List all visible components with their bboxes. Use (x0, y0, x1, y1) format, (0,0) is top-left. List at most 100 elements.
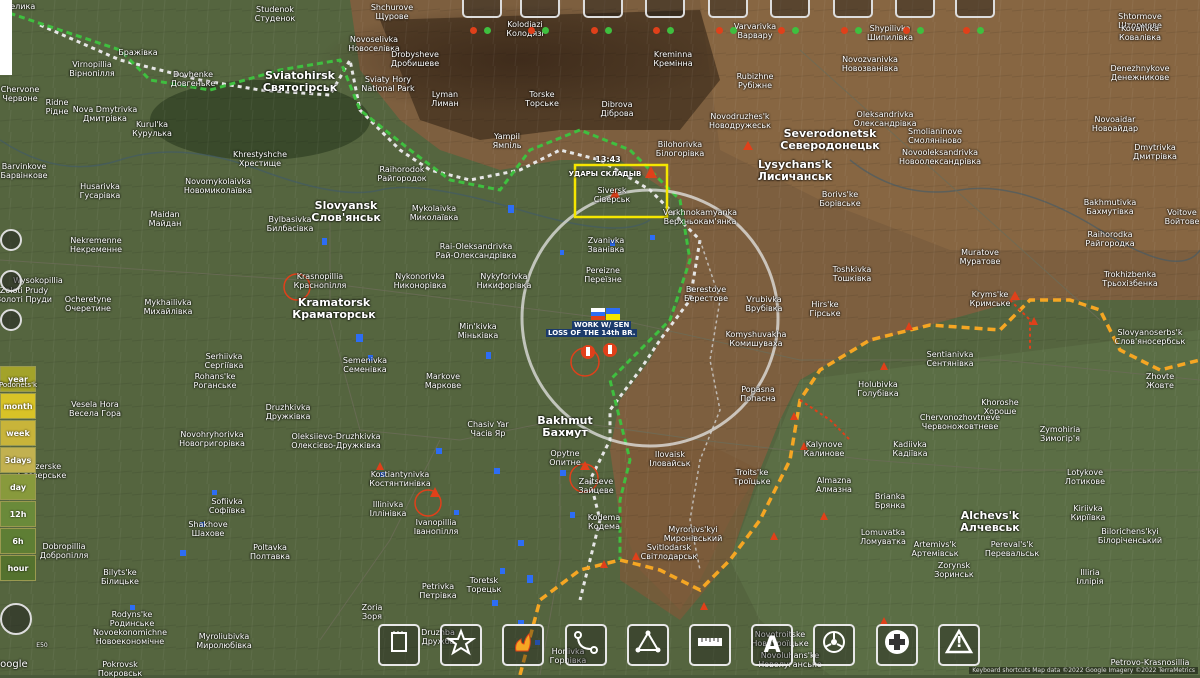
timeline-extra: Podonets'k (0, 381, 38, 389)
compass-control[interactable] (0, 309, 22, 331)
city-name-latin: Druzhkivka (265, 403, 311, 412)
city-name-cyrillic: Ковалівка (1119, 33, 1161, 42)
city-name-latin: Pokrovsk (102, 660, 138, 669)
triangle-button[interactable] (626, 624, 669, 666)
city-name-latin: Zoria (361, 603, 383, 612)
timeline-6h[interactable]: 6h (0, 528, 36, 554)
city-name-latin: Bilohorivka (657, 140, 703, 149)
biohazard-button[interactable] (813, 624, 856, 666)
city-name-cyrillic: Новодружеськ (709, 121, 771, 130)
city-name-latin: Myronivs'kyi (668, 525, 718, 534)
flag-icon[interactable] (708, 0, 748, 18)
city-label-komyshuvakha: Komyshuvakha Комишуваха (726, 330, 787, 348)
medical-button[interactable] (875, 624, 918, 666)
city-label-khrestyshche: Khrestyshche Хрестище (233, 150, 287, 168)
ruler-icon (695, 627, 725, 663)
city-label-voitove: Voitove Войтове (1165, 208, 1200, 226)
timeline-3days[interactable]: 3days (0, 447, 36, 473)
city-name-latin: Ridne (45, 98, 69, 107)
city-name-latin: Markove (426, 372, 460, 381)
text-button[interactable]: A (751, 624, 794, 666)
city-name-latin: Ivanopillia (415, 518, 457, 527)
ruler-button[interactable] (689, 624, 731, 666)
city-label-petrovo-krasnosillia: Petrovo-Krasnosillia (1111, 658, 1190, 667)
city-name-cyrillic: Золоті Пруди (0, 295, 53, 304)
city-label-dovherike: Dovhenke Довгеньке (171, 70, 216, 88)
city-label-svitlodarsk: Svitlodarsk Світлодарськ (641, 543, 698, 561)
timeline-month[interactable]: month (0, 393, 36, 419)
city-name-cyrillic: Миколаївка (409, 213, 459, 222)
warning-button[interactable]: ! (937, 624, 980, 666)
status-green-dot (484, 27, 491, 34)
city-name-latin: Shchurove (370, 3, 414, 12)
city-name-cyrillic: Кримське (969, 299, 1011, 308)
status-green-dot (605, 27, 612, 34)
city-name-cyrillic: Родинське (109, 619, 155, 628)
artillery-icon[interactable] (645, 0, 685, 18)
star-button[interactable] (440, 624, 483, 666)
aircraft-icon[interactable] (955, 0, 995, 18)
tank-icon[interactable] (583, 0, 623, 18)
nav-control[interactable] (0, 603, 32, 635)
city-name-latin: Denezhnykove (1110, 64, 1170, 73)
city-label-dobropillia: Dobropillia Добропілля (40, 542, 89, 560)
city-name-cyrillic: Роганське (193, 381, 237, 390)
city-label-zaitseve: Zaitseve Зайцеве (578, 477, 613, 495)
city-name-cyrillic: Очеретине (65, 304, 111, 313)
city-name-latin: Voitove (1167, 208, 1197, 217)
left-panel-edge (0, 0, 12, 75)
city-name-latin: Lyman (431, 90, 459, 99)
city-label-kurulka: Kurul'ka Курулька (132, 120, 172, 138)
city-label-krasnopillia: Krasnopillia Краснопілля (294, 272, 347, 290)
missile-icon[interactable] (895, 0, 935, 18)
city-name-latin: Siversk (597, 186, 627, 195)
city-name-cyrillic: Зайцеве (578, 486, 614, 495)
city-name-latin: Berestove (685, 285, 727, 294)
city-label-lysychansk: Lysychans'k Лисичанськ (758, 159, 833, 183)
city-name-latin: Poltavka (253, 543, 287, 552)
city-label-mykhailivka: Mykhailivka Михайлівка (144, 298, 193, 316)
city-label-vchrupnia: Бражівка (118, 48, 157, 57)
zoom-control[interactable] (0, 229, 22, 251)
city-label-kolodiazi: Kolodiazi Колодязі (506, 20, 543, 38)
city-name-cyrillic: Новоайдар (1091, 124, 1139, 133)
route-button[interactable] (564, 624, 607, 666)
timeline-week[interactable]: week (0, 420, 36, 446)
city-label-bakhmut: Bakhmut Бахмут (537, 415, 593, 439)
city-label-bilohorivka: Bilohorivka Білогорівка (656, 140, 705, 158)
city-name-cyrillic: Опитне (549, 458, 581, 467)
fire-button[interactable] (502, 624, 545, 666)
city-name-latin: Kreminna (653, 50, 693, 59)
city-name-latin: Trokhizbenka (1103, 270, 1157, 279)
city-name-latin: Petrivka (421, 582, 455, 591)
city-name-cyrillic: Щурове (375, 12, 409, 21)
city-name-cyrillic: Билбасівка (266, 224, 314, 233)
city-label-slovyansk: Slovyansk Слов'янськ (311, 200, 381, 224)
timeline-day[interactable]: day (0, 474, 36, 500)
audio-control[interactable] (0, 270, 22, 292)
timeline-hour[interactable]: hour (0, 555, 36, 581)
truck-icon[interactable] (520, 0, 560, 18)
shortcuts-link[interactable]: Keyboard shortcuts (972, 667, 1030, 674)
city-name-cyrillic: Світлодарськ (640, 552, 698, 561)
city-name-latin: Brianka (874, 492, 906, 501)
city-name-latin: Zorynsk (937, 561, 971, 570)
city-name-cyrillic: Алчевськ (960, 521, 1020, 534)
city-label-kreminna: Kreminna Кремінна (653, 50, 692, 68)
city-name-latin: Komyshuvakha (725, 330, 787, 339)
city-label-illiria: Illiria Іллірія (1077, 568, 1104, 586)
city-label-ivanopillia: Ivanopillia Іванопілля (414, 518, 459, 536)
box-icon[interactable] (462, 0, 502, 18)
city-name-latin: Dobropillia (42, 542, 86, 551)
notes-button[interactable] (378, 624, 420, 666)
city-name-latin: Popasna (741, 385, 775, 394)
timeline-12h[interactable]: 12h (0, 501, 36, 527)
city-name-latin: Kurul'ka (135, 120, 169, 129)
fire-icon (508, 627, 538, 663)
city-name-latin: Sentianivka (926, 350, 974, 359)
city-name-cyrillic: Жовте (1146, 381, 1174, 390)
apc-icon[interactable] (833, 0, 873, 18)
helicopter-icon[interactable] (770, 0, 810, 18)
city-name-cyrillic: Святогірськ (262, 81, 338, 94)
park-subtitle: National Park (361, 84, 415, 93)
